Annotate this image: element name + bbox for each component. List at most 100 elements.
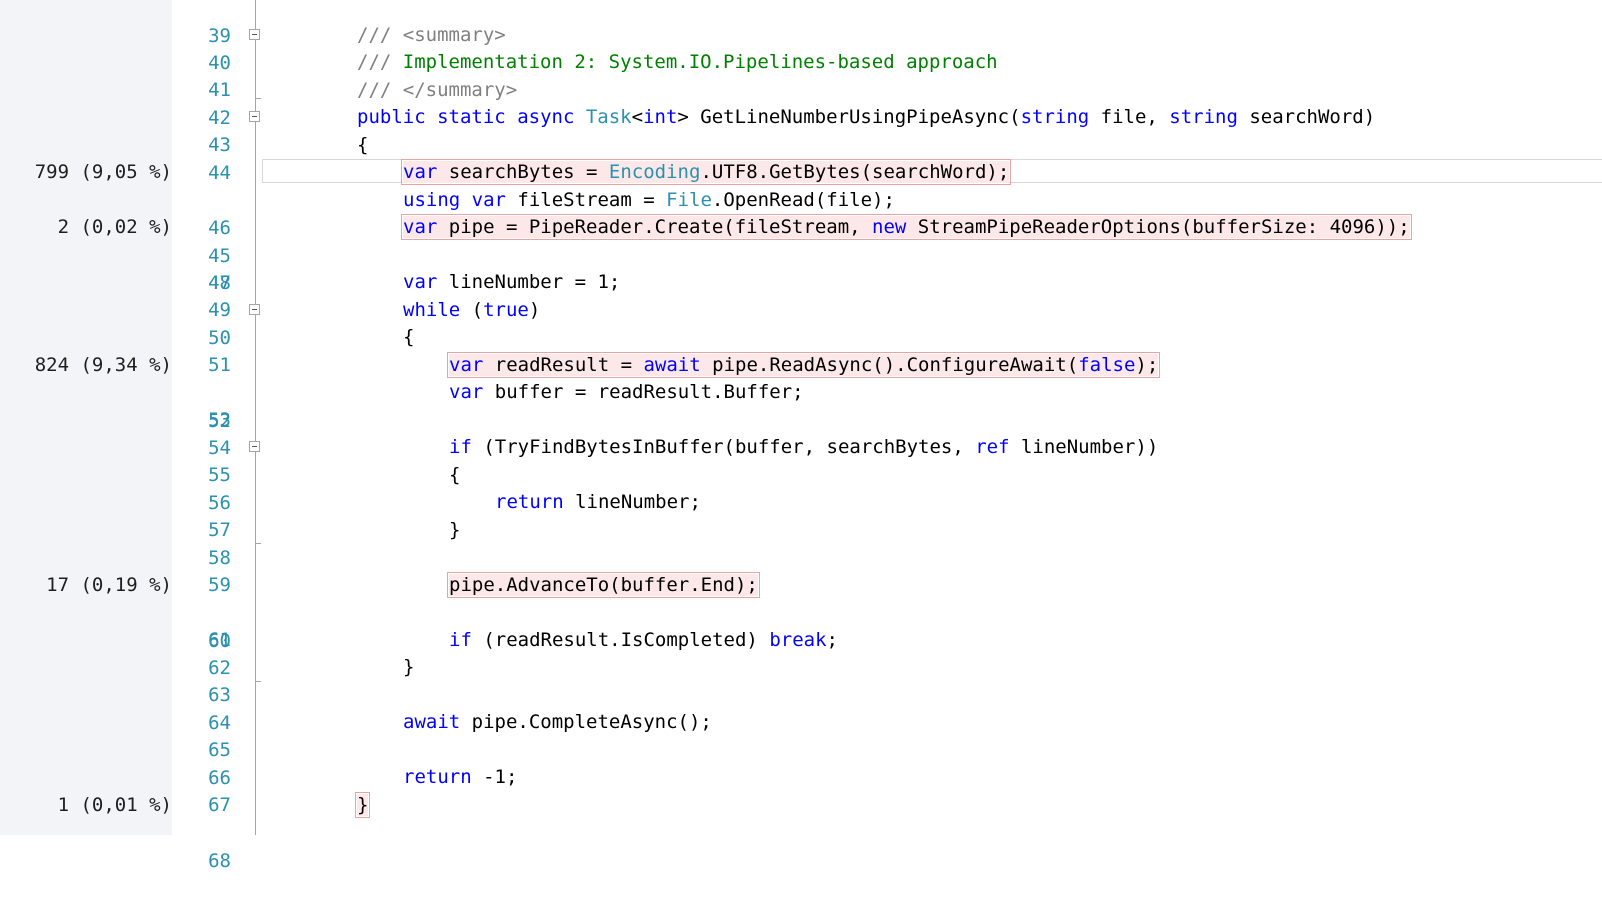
code-line-40: 40 /// <summary> [0,21,1602,74]
code-fragment: (TryFindBytesInBuffer(buffer, searchByte… [471,436,976,458]
code-text: public static async Task<int> GetLineNum… [357,103,1375,131]
keyword: if [449,629,472,651]
collapse-box-icon[interactable] [249,29,260,40]
fold-end-marker [255,543,261,544]
code-fragment: ; [826,629,838,651]
code-text: { [357,134,369,156]
code-line-63: 63 } [0,653,1602,706]
xml-doc-prefix: /// [357,24,403,46]
fold-end-marker [255,98,261,99]
code-line-45: 799 (9,05 %) 45 var searchBytes = Encodi… [0,158,1602,267]
code-line-58: 58 } [0,516,1602,569]
keyword: false [1078,354,1136,376]
code-line-46: 46 using var fileStream = File.OpenRead(… [0,186,1602,239]
keyword: string [1169,106,1238,128]
code-fragment: ); [1135,354,1159,376]
code-fragment: lineNumber)) [1009,436,1159,458]
code-text: var searchBytes = Encoding.UTF8.GetBytes… [400,158,1012,186]
code-line-49: 49 var lineNumber = 1; [0,268,1602,321]
code-fragment: pipe.ReadAsync().ConfigureAwait( [700,354,1079,376]
code-text: return -1; [403,763,517,791]
keyword: if [449,436,472,458]
code-line-65: 65 await pipe.CompleteAsync(); [0,708,1602,761]
code-fragment: readResult = [483,354,644,376]
perf-annotation: 17 (0,19 %) [46,574,172,596]
keyword: async [517,106,575,128]
line-number: 68 [208,850,231,872]
keyword: var [449,381,484,403]
code-text: return lineNumber; [495,488,701,516]
code-text: } [403,656,415,678]
type-name: File [666,189,712,211]
code-line-57: 57 return lineNumber; [0,488,1602,541]
code-line-51: 51 { [0,323,1602,376]
code-line-53: 53 var buffer = readResult.Buffer; [0,378,1602,431]
code-text: var lineNumber = 1; [403,268,620,296]
perf-annotation: 1 (0,01 %) [57,794,172,816]
keyword: new [872,216,907,238]
keyword: var [449,354,484,376]
code-fragment: ( [460,299,484,321]
collapse-box-icon[interactable] [249,304,260,315]
code-line-43: 43 public static async Task<int> GetLine… [0,103,1602,156]
hot-path-highlight[interactable]: var pipe = PipeReader.Create(fileStream,… [401,214,1412,240]
hot-path-highlight[interactable]: pipe.AdvanceTo(buffer.End); [447,572,760,598]
keyword: true [483,299,529,321]
code-text: if (readResult.IsCompleted) break; [449,626,838,654]
hot-path-highlight[interactable]: var searchBytes = Encoding.UTF8.GetBytes… [400,159,1012,185]
code-line-59: 59 [0,543,1602,596]
keyword: static [437,106,506,128]
code-line-44: 44 { [0,131,1602,184]
code-fragment: searchBytes = [437,161,609,183]
hot-path-highlight[interactable]: var readResult = await pipe.ReadAsync().… [446,352,1161,378]
code-line-50: 50 while (true) [0,296,1602,349]
code-fragment: (readResult.IsCompleted) [471,629,770,651]
code-fragment: .OpenRead(file); [711,189,895,211]
code-text: await pipe.CompleteAsync(); [403,708,712,736]
perf-annotation: 2 (0,02 %) [57,216,172,238]
code-line-47: 2 (0,02 %) 47 var pipe = PipeReader.Crea… [0,213,1602,294]
type-name: Task [585,106,632,128]
fold-end-marker [255,681,261,682]
keyword: var [403,216,438,238]
code-fragment: ) [528,299,541,321]
perf-annotation: 824 (9,34 %) [34,354,172,376]
keyword: return [495,491,564,513]
code-line-66: 66 [0,736,1602,789]
code-text: var buffer = readResult.Buffer; [449,378,804,406]
code-text: using var fileStream = File.OpenRead(fil… [403,186,895,214]
code-text: var readResult = await pipe.ReadAsync().… [446,351,1161,379]
keyword: public [357,106,426,128]
keyword: string [1020,106,1090,128]
code-text: pipe.AdvanceTo(buffer.End); [447,571,760,599]
code-line-60: 17 (0,19 %) 60 pipe.AdvanceTo(buffer.End… [0,571,1602,652]
code-line-39: 39 [0,0,1602,47]
code-text: { [449,464,461,486]
keyword: var [403,161,438,183]
collapse-box-icon[interactable] [249,111,260,122]
method-signature: > GetLineNumberUsingPipeAsync( [677,106,1021,128]
code-line-68: 1 (0,01 %) 68 } [0,791,1602,872]
collapse-box-icon[interactable] [249,441,260,452]
code-line-64: 64 [0,681,1602,734]
code-line-55: 55 if (TryFindBytesInBuffer(buffer, sear… [0,433,1602,486]
code-fragment: lineNumber = 1; [437,271,621,293]
code-text: /// Implementation 2: System.IO.Pipeline… [357,48,998,76]
keyword: await [643,354,701,376]
code-text: while (true) [403,296,540,324]
code-line-48: 48 [0,241,1602,294]
code-fragment: lineNumber; [563,491,701,513]
code-line-42: 42 /// </summary> [0,76,1602,129]
keyword: int [643,106,678,128]
code-line-54: 54 [0,406,1602,459]
code-text: /// </summary> [357,76,517,104]
code-fragment: -1; [471,766,518,788]
doc-comment-text: Implementation 2: System.IO.Pipelines-ba… [402,51,998,73]
keyword: while [403,299,461,321]
code-line-52: 824 (9,34 %) 52 var readResult = await p… [0,351,1602,432]
keyword: await [403,711,461,733]
keyword: break [769,629,827,651]
code-fragment: .UTF8.GetBytes(searchWord); [700,161,1010,183]
hot-path-highlight[interactable]: } [354,792,371,818]
keyword: var [403,271,438,293]
